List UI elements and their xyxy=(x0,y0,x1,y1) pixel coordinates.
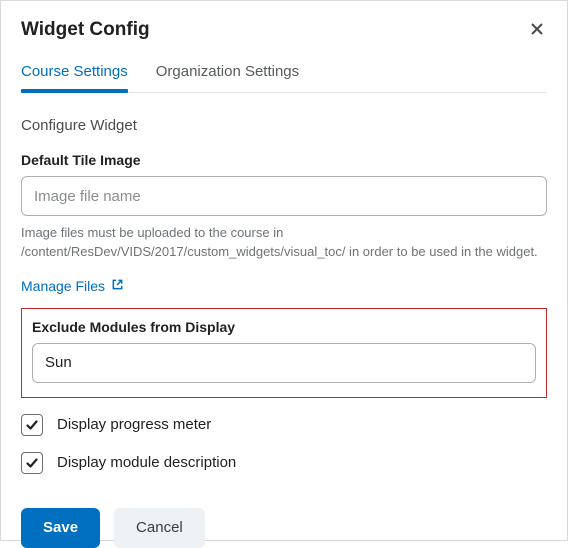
tab-course-settings[interactable]: Course Settings xyxy=(21,63,128,92)
exclude-modules-group: Exclude Modules from Display xyxy=(21,308,547,398)
checkbox-progress[interactable] xyxy=(21,414,43,436)
checkmark-icon xyxy=(25,456,39,470)
exclude-modules-label: Exclude Modules from Display xyxy=(32,319,536,335)
dialog-footer: Save Cancel xyxy=(21,508,547,548)
widget-config-dialog: Widget Config Course Settings Organizati… xyxy=(0,0,568,541)
checkmark-icon xyxy=(25,418,39,432)
default-tile-input[interactable] xyxy=(21,176,547,216)
manage-files-link[interactable]: Manage Files xyxy=(21,278,105,294)
tabs: Course Settings Organization Settings xyxy=(21,63,547,93)
cancel-button[interactable]: Cancel xyxy=(114,508,205,548)
external-link-icon xyxy=(111,278,124,294)
checkbox-description-label: Display module description xyxy=(57,454,236,471)
checkbox-progress-row: Display progress meter xyxy=(21,414,547,436)
close-button[interactable] xyxy=(527,19,547,39)
save-button[interactable]: Save xyxy=(21,508,100,548)
checkbox-description-row: Display module description xyxy=(21,452,547,474)
default-tile-label: Default Tile Image xyxy=(21,152,547,168)
section-heading: Configure Widget xyxy=(21,117,547,134)
manage-files-link-row: Manage Files xyxy=(21,278,547,294)
default-tile-help: Image files must be uploaded to the cour… xyxy=(21,224,547,262)
dialog-title: Widget Config xyxy=(21,19,150,41)
dialog-header: Widget Config xyxy=(21,19,547,41)
checkbox-progress-label: Display progress meter xyxy=(57,416,211,433)
checkbox-description[interactable] xyxy=(21,452,43,474)
exclude-modules-input[interactable] xyxy=(32,343,536,383)
tab-organization-settings[interactable]: Organization Settings xyxy=(156,63,299,92)
close-icon xyxy=(529,21,545,37)
